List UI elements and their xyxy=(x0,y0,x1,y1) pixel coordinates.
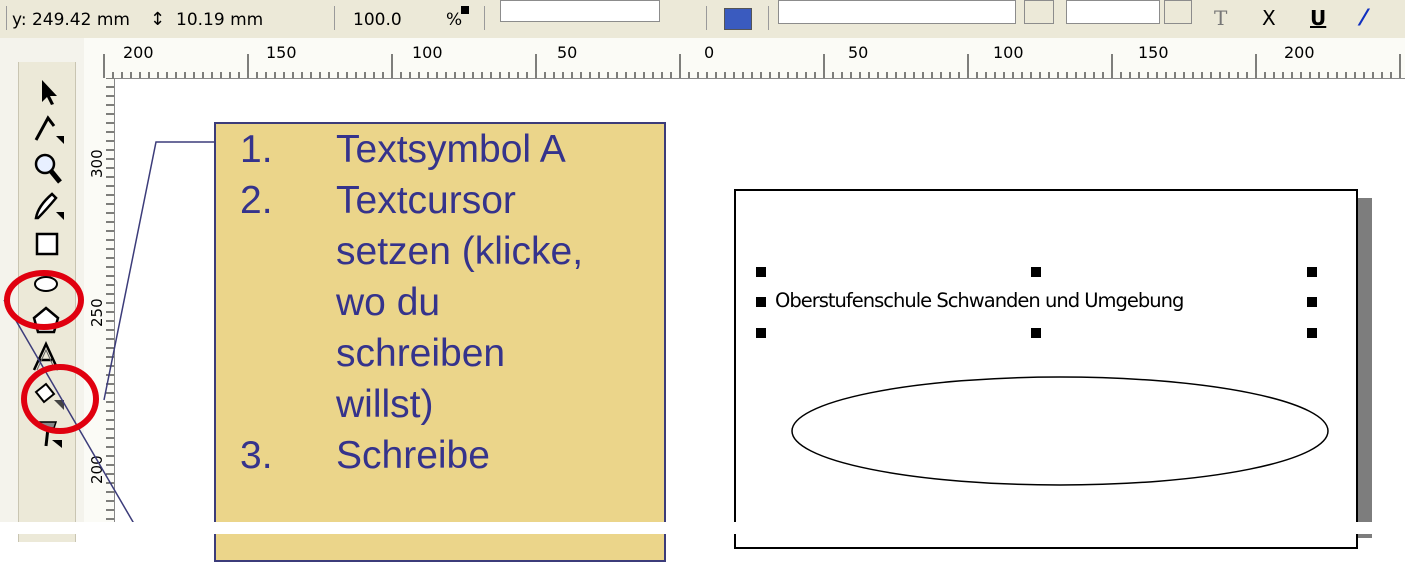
height-field[interactable]: 10.19 mm xyxy=(176,10,263,30)
y-position-field[interactable]: y: 249.42 mm xyxy=(12,10,130,30)
text-a-icon xyxy=(32,341,60,371)
page-shadow xyxy=(1358,198,1372,538)
font-dropdown-button[interactable] xyxy=(1024,0,1054,24)
paint-bucket-icon xyxy=(34,382,64,410)
align-icon[interactable] xyxy=(724,8,752,30)
instruction-line: wo du xyxy=(336,281,441,324)
instruction-number: 1. xyxy=(240,128,273,171)
underline-icon[interactable]: U xyxy=(1310,6,1326,30)
horizontal-ruler-ticks: 200 150 100 50 0 50 100 150 200 xyxy=(103,43,1401,78)
ruler-label: 200 xyxy=(123,43,154,62)
rectangle-tool[interactable] xyxy=(28,226,68,262)
lock-icon[interactable] xyxy=(461,6,469,14)
selection-handle[interactable] xyxy=(756,297,766,307)
instruction-callout: 1. Textsymbol A 2. Textcursor setzen (kl… xyxy=(214,122,666,562)
ruler-label: 0 xyxy=(704,43,714,62)
instruction-line: Textcursor xyxy=(336,179,516,222)
rotation-field[interactable] xyxy=(500,0,660,22)
instruction-item: 3. Schreibe xyxy=(216,430,664,481)
vertical-ruler[interactable]: 300 250 200 xyxy=(84,77,115,534)
selection-handle[interactable] xyxy=(1307,328,1317,338)
selection-handle[interactable] xyxy=(1031,328,1041,338)
eyedropper-icon xyxy=(38,421,62,448)
selection-handle[interactable] xyxy=(1307,267,1317,277)
ruler-label: 200 xyxy=(1284,43,1315,62)
ellipse-tool[interactable] xyxy=(28,264,68,300)
toolbar-separator xyxy=(706,6,707,30)
instruction-number: 2. xyxy=(240,179,273,222)
instruction-item: 1. Textsymbol A xyxy=(216,124,664,175)
selection-handle[interactable] xyxy=(756,267,766,277)
rectangle-icon xyxy=(35,232,59,256)
arrow-pointer-icon xyxy=(42,80,57,105)
instruction-line: schreiben xyxy=(336,332,506,375)
font-name-select[interactable] xyxy=(778,0,1016,24)
horizontal-ruler[interactable]: 200 150 100 50 0 50 100 150 200 xyxy=(84,38,1405,79)
percent-label: % xyxy=(446,10,463,30)
document-page[interactable] xyxy=(734,189,1358,549)
selection-handle[interactable] xyxy=(756,328,766,338)
ruler-label: 150 xyxy=(266,43,297,62)
instruction-line: Schreibe xyxy=(336,434,490,477)
ruler-label: 300 xyxy=(88,149,106,178)
pencil-icon xyxy=(34,192,64,220)
fill-tool[interactable] xyxy=(28,378,68,414)
font-icon[interactable]: T xyxy=(1214,6,1227,30)
ruler-label: 150 xyxy=(1138,43,1169,62)
ruler-label: 50 xyxy=(557,43,577,62)
pick-tool[interactable] xyxy=(28,74,68,110)
ruler-label: 250 xyxy=(88,298,106,327)
ruler-label: 50 xyxy=(848,43,868,62)
ruler-label: 200 xyxy=(88,455,106,484)
ellipse-icon xyxy=(34,276,58,292)
scale-field[interactable]: 100.0 xyxy=(353,10,402,30)
property-bar: y: 249.42 mm ↕ 10.19 mm 100.0 % T X U ⁄ xyxy=(0,0,1405,39)
instruction-list: 1. Textsymbol A 2. Textcursor setzen (kl… xyxy=(216,124,664,481)
toolbar-separator xyxy=(334,6,335,30)
freehand-tool[interactable] xyxy=(28,188,68,224)
instruction-item: 2. Textcursor setzen (klicke, wo du schr… xyxy=(216,175,664,430)
document-text[interactable]: Oberstufenschule Schwanden und Umgebung xyxy=(775,289,1184,312)
instruction-line: willst) xyxy=(336,383,434,426)
instruction-number: 3. xyxy=(240,434,273,477)
shape-tool[interactable] xyxy=(28,112,68,148)
toolbox xyxy=(0,38,84,542)
toolbar-separator xyxy=(768,6,769,30)
selection-handle[interactable] xyxy=(1307,297,1317,307)
ruler-label: 100 xyxy=(993,43,1024,62)
bottom-gap xyxy=(0,522,1405,534)
ellipse-shape[interactable] xyxy=(736,191,1356,551)
polygon-tool[interactable] xyxy=(28,302,68,338)
instruction-line: setzen (klicke, xyxy=(336,230,584,273)
ruler-label: 100 xyxy=(412,43,443,62)
zoom-tool[interactable] xyxy=(28,150,68,186)
size-dropdown-button[interactable] xyxy=(1164,0,1192,24)
selection-handle[interactable] xyxy=(1031,267,1041,277)
vertical-ruler-ticks: 300 250 200 xyxy=(88,77,114,529)
font-size-select[interactable] xyxy=(1066,0,1160,24)
toolbar-separator xyxy=(6,6,7,30)
instruction-line: Textsymbol A xyxy=(336,128,566,171)
shape-edit-icon xyxy=(34,115,64,144)
magnifier-icon xyxy=(34,153,62,184)
interactive-tool[interactable] xyxy=(28,416,68,452)
text-tool[interactable] xyxy=(28,340,68,376)
toolbar-separator xyxy=(484,6,485,30)
horizontal-text-icon[interactable]: ⁄ xyxy=(1362,6,1366,31)
height-arrows-icon: ↕ xyxy=(150,9,166,30)
bold-icon[interactable]: X xyxy=(1262,6,1276,30)
polygon-icon xyxy=(32,306,60,334)
